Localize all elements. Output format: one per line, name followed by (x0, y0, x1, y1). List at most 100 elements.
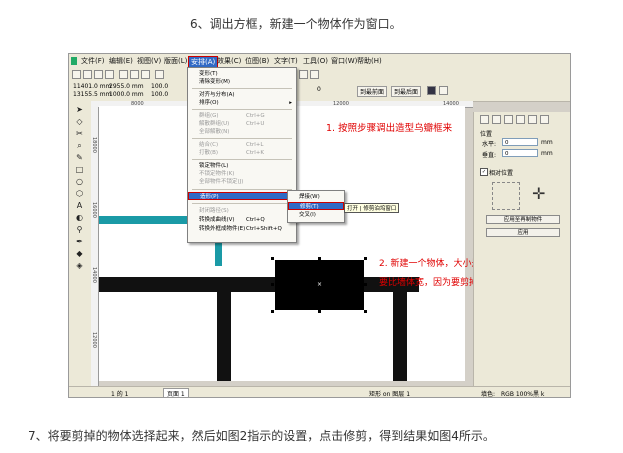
menu-item-convert-curves[interactable]: 转换成曲线(V) Ctrl+Q (188, 216, 296, 224)
angle-field[interactable]: 0 (317, 86, 321, 93)
menu-item-convert-outline[interactable]: 转换外框成物件(E) Ctrl+Shift+Q (188, 225, 296, 233)
submenu-item-trim[interactable]: 修剪(T) (288, 202, 344, 210)
menu-item-unlock-all[interactable]: 全部物件不锁定(J) (188, 178, 296, 186)
scale-x-field[interactable]: 100.0 (151, 83, 168, 90)
snap-icon[interactable] (310, 70, 319, 79)
menu-layout[interactable]: 版面(L) (164, 56, 187, 66)
fill-tool-icon[interactable]: ◆ (74, 248, 85, 259)
menu-window[interactable]: 窗口(W) (331, 56, 357, 66)
selection-handle[interactable] (271, 257, 274, 260)
apply-to-duplicate-button[interactable]: 应用至再制物件 (486, 215, 560, 224)
menu-item-ungroup[interactable]: 解散群组(U) Ctrl+U (188, 120, 296, 128)
menu-item-combine[interactable]: 结合(C) Ctrl+L (188, 141, 296, 149)
selection-handle[interactable] (271, 283, 274, 286)
to-back-button[interactable]: 到最后面 (391, 86, 422, 97)
new-file-icon[interactable] (72, 70, 81, 79)
black-wall-horizontal[interactable] (99, 277, 419, 292)
app-icon (71, 57, 77, 65)
convert-icon[interactable] (439, 86, 448, 95)
anchor-grid[interactable] (492, 182, 520, 210)
window-rectangle[interactable]: × (275, 260, 364, 310)
selection-handle[interactable] (364, 310, 367, 313)
menu-item-break-apart[interactable]: 打散(B) Ctrl+K (188, 149, 296, 157)
polygon-tool-icon[interactable]: ⬡ (74, 188, 85, 199)
width-field[interactable]: 2955.0 mm (109, 83, 144, 90)
to-front-button[interactable]: 到最前面 (357, 86, 388, 97)
menu-item-unlock[interactable]: 不锁定物件(K) (188, 170, 296, 178)
open-file-icon[interactable] (83, 70, 92, 79)
scale-y-field[interactable]: 100.0 (151, 91, 168, 98)
shape-tool-icon[interactable]: ◇ (74, 116, 85, 127)
mirror-icon[interactable] (540, 115, 549, 124)
black-wall-left[interactable] (217, 292, 231, 381)
rotate-icon[interactable] (492, 115, 501, 124)
interactive-tool-icon[interactable]: ◐ (74, 212, 85, 223)
copy-icon[interactable] (130, 70, 139, 79)
menu-text[interactable]: 文字(T) (274, 56, 298, 66)
selection-handle[interactable] (364, 283, 367, 286)
black-wall-right[interactable] (393, 292, 407, 381)
annotation-step1: 1. 按照步骤调出造型乌瓣框来 (326, 123, 453, 134)
menu-item-close-path[interactable]: 封闭路径(S) (188, 207, 296, 215)
menu-item-transform[interactable]: 变形(T) (188, 70, 296, 78)
submenu-arrow-icon: ▸ (289, 100, 292, 106)
submenu-item-intersect[interactable]: 交叉(I) (288, 211, 344, 219)
menu-effects[interactable]: 效果(C) (217, 56, 241, 66)
zoom-icon[interactable] (299, 70, 308, 79)
size-icon[interactable] (516, 115, 525, 124)
menu-tools[interactable]: 工具(O) (303, 56, 328, 66)
selection-handle[interactable] (318, 310, 321, 313)
submenu-item-weld[interactable]: 焊接(W) (288, 193, 344, 201)
selection-handle[interactable] (364, 257, 367, 260)
menu-item-order[interactable]: 排序(O) ▸ (188, 99, 296, 107)
position-icon[interactable] (480, 115, 489, 124)
y-position-field[interactable]: 13155.5 mm (73, 91, 111, 98)
status-bar: 1 的 1 页面 1 矩形 on 图层 1 填色: RGB 100%黑 k (69, 386, 570, 398)
apply-button[interactable]: 应用 (486, 228, 560, 237)
menu-separator (192, 189, 292, 190)
menu-bitmaps[interactable]: 位图(B) (245, 56, 269, 66)
page-navigator[interactable]: 1 的 1 (111, 389, 128, 397)
properties-icon[interactable] (427, 86, 436, 95)
menu-edit[interactable]: 编辑(E) (109, 56, 133, 66)
cut-icon[interactable] (119, 70, 128, 79)
rectangle-tool-icon[interactable]: □ (74, 164, 85, 175)
ruler-tick: 18000 (91, 137, 97, 153)
menu-item-clear-transform[interactable]: 清除变形(M) (188, 78, 296, 86)
menu-item-ungroup-all[interactable]: 全部解散(N) (188, 128, 296, 136)
center-mark: × (317, 281, 323, 288)
menu-view[interactable]: 视图(V) (137, 56, 161, 66)
menu-item-align[interactable]: 对齐与分布(A) (188, 91, 296, 99)
ellipse-tool-icon[interactable]: ○ (74, 176, 85, 187)
object-info: 矩形 on 图层 1 (369, 391, 411, 398)
paste-icon[interactable] (141, 70, 150, 79)
horizontal-input[interactable]: 0 (502, 138, 538, 146)
eyedropper-tool-icon[interactable]: ⚲ (74, 224, 85, 235)
pick-tool-icon[interactable]: ➤ (74, 104, 85, 115)
menu-file[interactable]: 文件(F) (81, 56, 105, 66)
menu-item-group[interactable]: 群组(G) Ctrl+G (188, 112, 296, 120)
x-position-field[interactable]: 11401.0 mm (73, 83, 111, 90)
selection-handle[interactable] (318, 257, 321, 260)
page-tab[interactable]: 页面 1 (163, 388, 189, 397)
menu-separator (192, 109, 292, 110)
text-tool-icon[interactable]: A (74, 200, 85, 211)
menu-help[interactable]: 帮助(H) (357, 56, 382, 66)
vertical-input[interactable]: 0 (502, 149, 538, 157)
scale-icon[interactable] (504, 115, 513, 124)
crosshair-icon: ✛ (532, 184, 546, 203)
crop-tool-icon[interactable]: ✂ (74, 128, 85, 139)
interactive-fill-icon[interactable]: ◈ (74, 260, 85, 271)
skew-icon[interactable] (528, 115, 537, 124)
height-field[interactable]: 1000.0 mm (109, 91, 144, 98)
zoom-tool-icon[interactable]: ⌕ (74, 140, 85, 151)
freehand-tool-icon[interactable]: ✎ (74, 152, 85, 163)
outline-tool-icon[interactable]: ✒ (74, 236, 85, 247)
undo-icon[interactable] (155, 70, 164, 79)
menu-item-lock[interactable]: 锁定物件(L) (188, 162, 296, 170)
save-icon[interactable] (94, 70, 103, 79)
selection-handle[interactable] (271, 310, 274, 313)
relative-position-checkbox[interactable]: ✓ (480, 168, 488, 176)
print-icon[interactable] (105, 70, 114, 79)
menu-item-shaping[interactable]: 造形(P)▸ (188, 192, 296, 200)
